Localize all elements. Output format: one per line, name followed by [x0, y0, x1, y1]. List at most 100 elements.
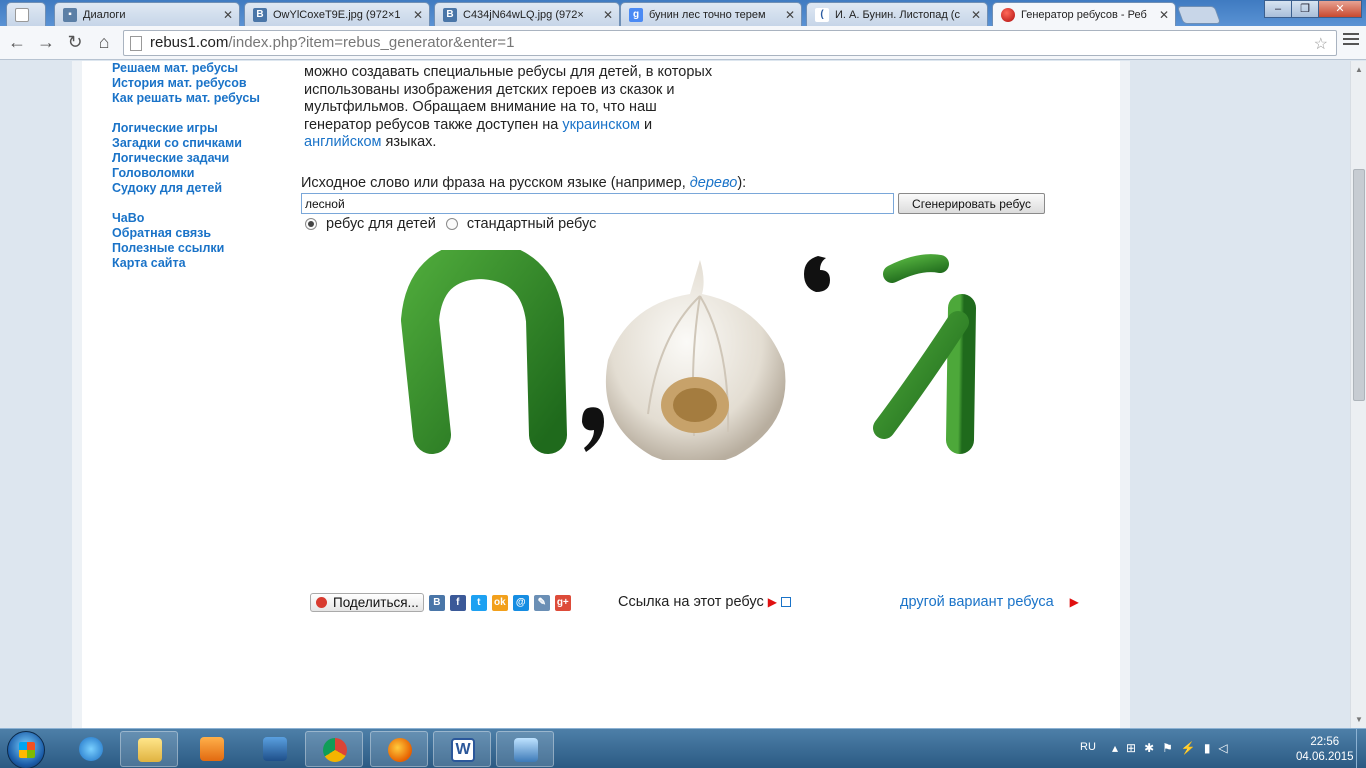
window-controls: – ❐ ✕	[1264, 0, 1362, 18]
sidebar-item[interactable]: История мат. ребусов	[112, 76, 260, 91]
media-player-icon	[200, 737, 224, 761]
minimize-button[interactable]: –	[1264, 0, 1292, 18]
language-indicator[interactable]: RU	[1080, 741, 1096, 753]
twitter-share-icon[interactable]: t	[470, 594, 487, 611]
sidebar-nav: Решаем мат. ребусы История мат. ребусов …	[112, 61, 260, 271]
tab-strip: ▪ Диалоги ✕ B OwYlCoxeT9E.jpg (972×1 ✕ B…	[0, 0, 1366, 26]
tab-rebus-generator[interactable]: Генератор ребусов - Реб ✕	[992, 2, 1176, 26]
close-tab-icon[interactable]: ✕	[1159, 8, 1169, 22]
sidebar-item[interactable]: Как решать мат. ребусы	[112, 91, 260, 106]
close-window-button[interactable]: ✕	[1318, 0, 1362, 18]
reload-icon[interactable]: ↻	[64, 32, 86, 53]
close-tab-icon[interactable]: ✕	[785, 8, 795, 22]
rebus-letter-y	[868, 254, 976, 454]
new-tab-button[interactable]	[1176, 6, 1222, 24]
sidebar-item[interactable]: Решаем мат. ребусы	[112, 61, 260, 76]
tab-dialogs[interactable]: ▪ Диалоги ✕	[54, 2, 240, 26]
share-bar: Поделиться... В f t ok @ ✎ g+	[310, 593, 571, 612]
other-variant-link[interactable]: другой вариант ребуса ▶	[900, 594, 1079, 610]
sidebar-item[interactable]: Логические задачи	[112, 151, 260, 166]
share-button[interactable]: Поделиться...	[310, 593, 424, 612]
livejournal-share-icon[interactable]: ✎	[533, 594, 550, 611]
tab-blank[interactable]	[6, 2, 46, 26]
rebus-comma	[582, 407, 604, 452]
taskbar-chrome[interactable]	[305, 731, 363, 767]
rebus-link[interactable]: Ссылка на этот ребус ▶	[618, 594, 791, 610]
intro-paragraph: можно создавать специальные ребусы для д…	[304, 64, 713, 150]
taskbar: W RU ▴⊞✱⚑⚡▮◁ 22:56 04.06.2015	[0, 728, 1366, 768]
chrome-menu-icon[interactable]	[1343, 33, 1359, 48]
moon-icon: (	[815, 7, 829, 22]
rebus-site-icon	[1001, 7, 1015, 22]
sidebar-item[interactable]: ЧаВо	[112, 211, 260, 226]
show-desktop-button[interactable]	[1356, 729, 1366, 768]
vk-icon: B	[253, 7, 267, 22]
sidebar-item[interactable]: Загадки со спичками	[112, 136, 260, 151]
scroll-up-icon[interactable]: ▲	[1355, 65, 1363, 74]
sidebar-item[interactable]: Судоку для детей	[112, 181, 260, 196]
bookmark-star-icon[interactable]: ☆	[1314, 34, 1328, 54]
taskbar-photos[interactable]	[496, 731, 554, 767]
tray-icons[interactable]: ▴⊞✱⚑⚡▮◁	[1112, 741, 1236, 755]
browser-toolbar: ← → ↻ ⌂ rebus1.com/index.php?item=rebus_…	[0, 26, 1366, 60]
close-tab-icon[interactable]: ✕	[223, 8, 233, 22]
radio-kids[interactable]	[305, 218, 317, 230]
generate-rebus-button[interactable]: Сгенерировать ребус	[898, 193, 1045, 214]
rebus-letter-p	[401, 250, 567, 454]
facebook-share-icon[interactable]: f	[449, 594, 466, 611]
scroll-down-icon[interactable]: ▼	[1355, 715, 1363, 724]
chrome-icon	[323, 738, 347, 762]
word-input[interactable]	[301, 193, 894, 214]
close-tab-icon[interactable]: ✕	[413, 8, 423, 22]
tab-image-1[interactable]: B OwYlCoxeT9E.jpg (972×1 ✕	[244, 2, 430, 26]
briefcase-icon	[263, 737, 287, 761]
radio-standard-label[interactable]: стандартный ребус	[467, 216, 597, 232]
sidebar-item[interactable]: Полезные ссылки	[112, 241, 260, 256]
clock[interactable]: 22:56 04.06.2015	[1296, 735, 1354, 765]
vertical-scrollbar[interactable]: ▲ ▼	[1350, 61, 1366, 728]
forward-arrow-icon[interactable]: →	[35, 32, 57, 53]
sidebar-item[interactable]: Головоломки	[112, 166, 260, 181]
taskbar-word[interactable]: W	[433, 731, 491, 767]
scrollbar-thumb[interactable]	[1353, 169, 1365, 401]
taskbar-media[interactable]	[183, 731, 241, 767]
mailru-share-icon[interactable]: @	[512, 594, 529, 611]
example-link[interactable]: дерево	[690, 175, 738, 191]
folder-icon	[138, 738, 162, 762]
internet-explorer-icon	[79, 737, 103, 761]
rebus-inverted-comma	[804, 256, 830, 292]
sidebar-item[interactable]: Обратная связь	[112, 226, 260, 241]
ukrainian-link[interactable]: украинском	[562, 117, 640, 133]
external-link-icon[interactable]	[781, 597, 791, 608]
windows-logo-icon	[19, 742, 35, 758]
sidebar-item[interactable]: Карта сайта	[112, 256, 260, 271]
tab-bunin[interactable]: ( И. А. Бунин. Листопад (с ✕	[806, 2, 988, 26]
radio-standard[interactable]	[445, 218, 458, 230]
taskbar-firefox[interactable]	[370, 731, 428, 767]
taskbar-ie[interactable]	[62, 731, 120, 767]
googleplus-share-icon[interactable]: g+	[554, 594, 571, 611]
red-arrow-icon: ▶	[1069, 595, 1079, 609]
english-link[interactable]: английском	[304, 134, 382, 150]
tab-google-search[interactable]: g бунин лес точно терем ✕	[620, 2, 802, 26]
garlic-image	[605, 260, 786, 460]
address-bar[interactable]: rebus1.com/index.php?item=rebus_generato…	[123, 30, 1337, 56]
radio-kids-label[interactable]: ребус для детей	[326, 216, 436, 232]
input-prompt: Исходное слово или фраза на русском язык…	[301, 175, 747, 191]
home-icon[interactable]: ⌂	[93, 32, 115, 53]
vk-share-icon[interactable]: В	[428, 594, 445, 611]
close-tab-icon[interactable]: ✕	[603, 8, 613, 22]
maximize-button[interactable]: ❐	[1291, 0, 1319, 18]
red-arrow-icon: ▶	[767, 595, 777, 609]
sidebar-item[interactable]: Логические игры	[112, 121, 260, 136]
rebus-type-selector: ребус для детей стандартный ребус	[305, 216, 606, 232]
odnoklassniki-share-icon[interactable]: ok	[491, 594, 508, 611]
blank-page-icon	[15, 7, 29, 22]
start-button[interactable]	[7, 731, 45, 768]
taskbar-explorer[interactable]	[120, 731, 178, 767]
tab-image-2[interactable]: B C434jN64wLQ.jpg (972× ✕	[434, 2, 620, 26]
close-tab-icon[interactable]: ✕	[971, 8, 981, 22]
back-arrow-icon[interactable]: ←	[6, 32, 28, 53]
firefox-icon	[388, 738, 412, 762]
taskbar-store[interactable]	[246, 731, 304, 767]
